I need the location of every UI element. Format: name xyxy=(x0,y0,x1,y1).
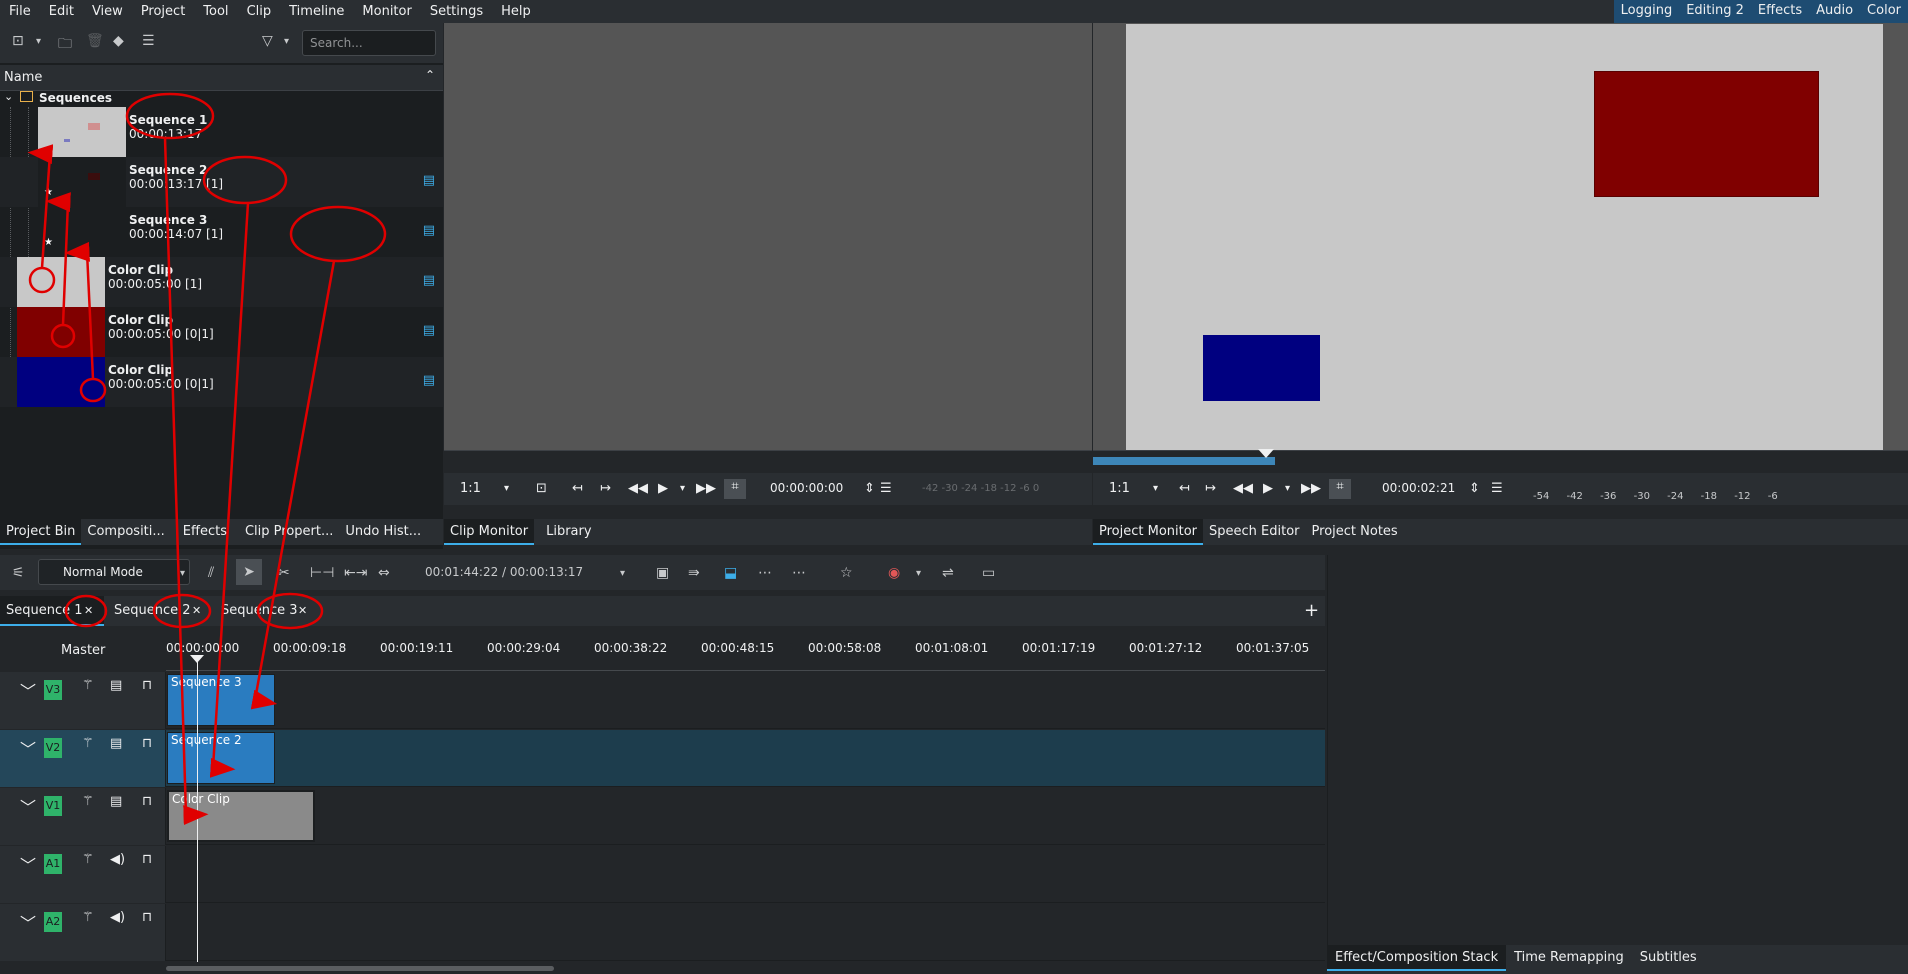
annotation-overlay xyxy=(27,92,387,826)
annotation-arrows xyxy=(27,137,336,826)
annotation-circles xyxy=(28,92,387,630)
